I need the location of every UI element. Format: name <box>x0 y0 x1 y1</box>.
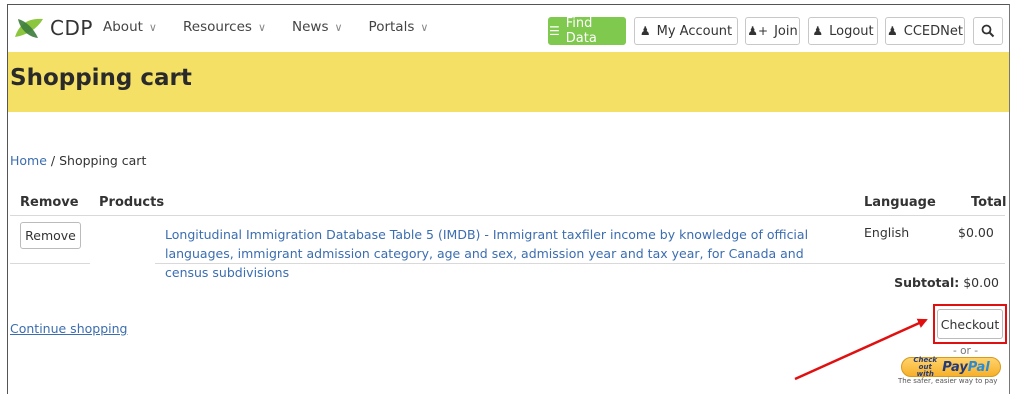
paypal-checkout-button[interactable]: Check out with PayPal <box>901 355 1001 378</box>
breadcrumb-current: Shopping cart <box>59 153 147 168</box>
menu-item-label: About <box>103 19 143 35</box>
subtotal: Subtotal: $0.00 <box>894 275 999 290</box>
chevron-down-icon: ∨ <box>257 20 266 34</box>
menu-item-about[interactable]: About ∨ <box>103 19 157 35</box>
column-header-language: Language <box>864 195 936 210</box>
product-link[interactable]: Longitudinal Immigration Database Table … <box>165 225 845 282</box>
join-button[interactable]: ♟+ Join <box>745 17 800 45</box>
menu-item-news[interactable]: News ∨ <box>292 19 343 35</box>
checkout-button[interactable]: Checkout <box>937 309 1003 339</box>
remove-item-button[interactable]: Remove <box>20 222 81 249</box>
breadcrumb-home-link[interactable]: Home <box>10 153 47 168</box>
paypal-pal: Pal <box>967 359 990 375</box>
top-navigation: CDP About ∨ Resources ∨ News ∨ Portals ∨… <box>8 5 1009 51</box>
logout-label: Logout <box>829 23 874 39</box>
column-header-remove: Remove <box>20 195 79 210</box>
search-icon <box>981 24 995 38</box>
main-menu: About ∨ Resources ∨ News ∨ Portals ∨ <box>103 19 454 35</box>
menu-item-label: News <box>292 19 329 35</box>
row-divider <box>10 263 90 264</box>
my-account-button[interactable]: ♟ My Account <box>634 17 738 45</box>
column-header-total: Total <box>971 195 1007 210</box>
leaf-logo-icon <box>15 18 43 38</box>
subtotal-value: $0.00 <box>959 275 999 290</box>
menu-item-resources[interactable]: Resources ∨ <box>183 19 266 35</box>
menu-item-label: Resources <box>182 19 252 35</box>
or-separator: - or - <box>953 345 978 357</box>
logout-button[interactable]: ♟ Logout <box>808 17 878 45</box>
menu-item-label: Portals <box>368 19 415 35</box>
database-icon: ☰ <box>549 24 560 38</box>
column-header-products: Products <box>99 195 165 210</box>
page-title-band: Shopping cart <box>8 52 1009 112</box>
user-plus-icon: ♟+ <box>747 24 769 38</box>
subtotal-label: Subtotal: <box>894 275 960 290</box>
chevron-down-icon: ∨ <box>420 20 429 34</box>
user-icon: ♟ <box>812 24 824 38</box>
page-title: Shopping cart <box>10 65 192 91</box>
item-language: English <box>864 225 910 240</box>
site-logo[interactable]: CDP <box>12 13 93 43</box>
breadcrumb-separator: / <box>46 153 60 168</box>
find-data-button[interactable]: ☰ Find Data <box>548 16 626 46</box>
user-icon: ♟ <box>639 24 651 38</box>
logo-text: CDP <box>50 16 93 40</box>
user-icon: ♟ <box>887 24 898 38</box>
paypal-checkout-text: Check out with <box>913 355 938 378</box>
paypal-logo: PayPal <box>942 360 989 375</box>
paypal-pay: Pay <box>942 359 968 375</box>
chevron-down-icon: ∨ <box>334 20 343 34</box>
search-button[interactable] <box>973 17 1003 45</box>
paypal-tagline: The safer, easier way to pay <box>898 377 998 385</box>
continue-shopping-link[interactable]: Continue shopping <box>10 321 127 336</box>
page-frame: CDP About ∨ Resources ∨ News ∨ Portals ∨… <box>7 4 1010 394</box>
my-account-label: My Account <box>656 23 733 39</box>
header-divider <box>10 215 1005 216</box>
breadcrumb: Home / Shopping cart <box>10 153 146 168</box>
item-total: $0.00 <box>958 225 994 240</box>
find-data-label: Find Data <box>565 16 597 46</box>
ccednet-label: CCEDNet <box>903 23 963 39</box>
join-label: Join <box>774 23 798 39</box>
ccednet-button[interactable]: ♟ CCEDNet <box>885 17 965 45</box>
chevron-down-icon: ∨ <box>148 20 157 34</box>
menu-item-portals[interactable]: Portals ∨ <box>369 19 429 35</box>
row-divider <box>155 263 1005 264</box>
